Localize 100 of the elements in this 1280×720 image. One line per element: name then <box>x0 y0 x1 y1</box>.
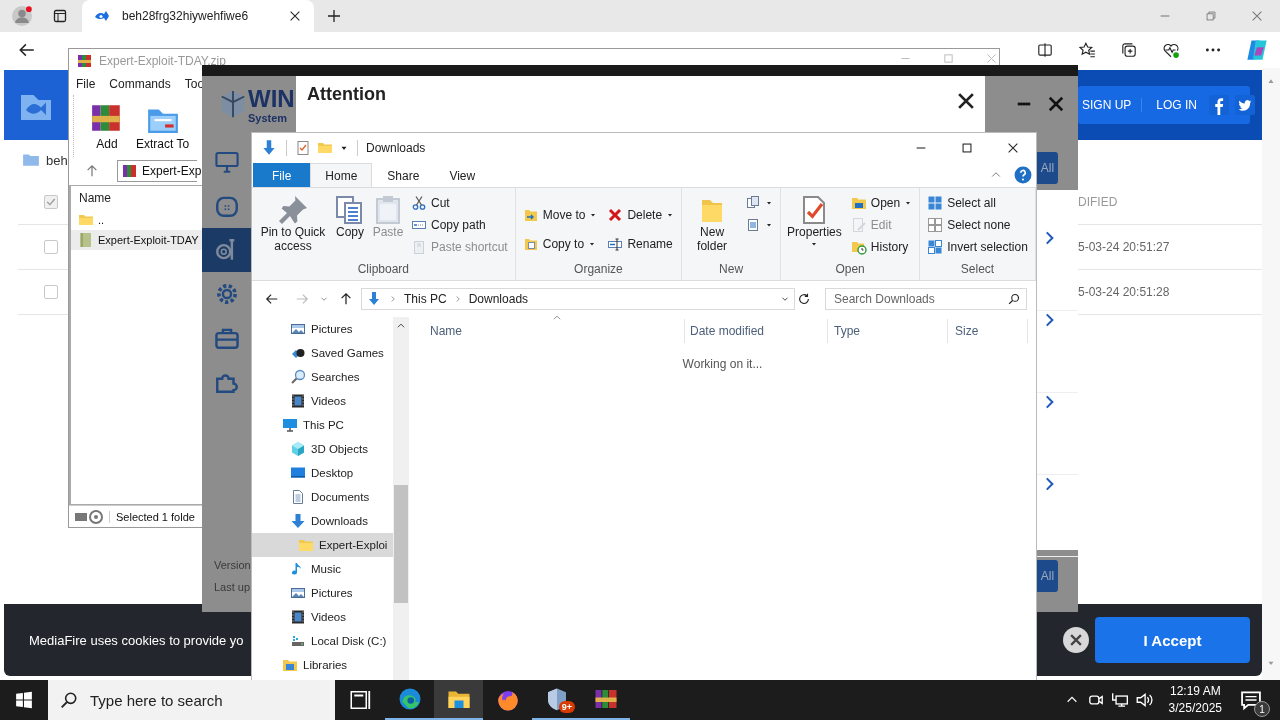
row-checkbox[interactable] <box>44 240 58 254</box>
archive-icon <box>593 687 618 711</box>
taskbar-app[interactable] <box>434 680 483 720</box>
ribbon-button[interactable]: Invert selection <box>924 236 1031 258</box>
menu-item[interactable]: Commands <box>109 77 171 91</box>
ribbon-button[interactable]: Properties <box>785 192 844 250</box>
favorites-icon[interactable] <box>1078 41 1096 59</box>
tree-item[interactable]: 3D Objects <box>252 437 393 461</box>
search-icon <box>60 691 78 709</box>
profile-icon[interactable] <box>12 6 32 26</box>
ribbon-button[interactable]: Select all <box>924 192 1031 214</box>
select-all-button[interactable]: All <box>1037 560 1058 592</box>
task-view-icon <box>348 688 373 712</box>
sort-caret-icon <box>551 313 562 323</box>
row-checkbox[interactable] <box>44 285 58 299</box>
column-header[interactable]: Date modified <box>685 319 828 343</box>
film-icon <box>290 609 306 625</box>
back-icon[interactable] <box>18 41 36 59</box>
window-title: Expert-Exploit-TDAY.zip <box>99 54 226 68</box>
select-all-checkbox[interactable] <box>44 195 58 209</box>
new-tab-icon[interactable] <box>326 8 342 24</box>
split-screen-icon[interactable] <box>1036 41 1054 59</box>
tree-item[interactable]: Saved Games <box>252 341 393 365</box>
sidebar-item[interactable] <box>202 228 251 272</box>
ribbon-tab[interactable]: Share <box>372 163 435 187</box>
ribbon-tab[interactable]: View <box>434 163 491 187</box>
tree-item[interactable]: Videos <box>252 389 393 413</box>
ribbon-button[interactable]: Move to <box>519 200 601 229</box>
volume-icon[interactable] <box>1134 691 1153 709</box>
nav-link[interactable]: LOG IN <box>1141 98 1200 112</box>
file-row[interactable]: Expert-Exploit-TDAY <box>71 230 202 250</box>
library-folder-icon <box>282 657 298 673</box>
ribbon-button[interactable]: Cut <box>408 192 511 214</box>
back-icon[interactable] <box>265 292 279 306</box>
tab-actions-icon[interactable] <box>52 8 68 24</box>
ribbon-button[interactable]: Copy to <box>519 229 601 258</box>
help-icon[interactable] <box>1014 166 1032 184</box>
tree-item[interactable]: Expert-Exploi <box>252 533 393 557</box>
tree-item[interactable]: Documents <box>252 485 393 509</box>
ribbon-button[interactable]: Open <box>847 192 916 214</box>
twitter-icon[interactable] <box>1235 95 1256 115</box>
scroll-thumb[interactable] <box>394 485 408 603</box>
tree-item[interactable]: Local Disk (C:) <box>252 629 393 653</box>
breadcrumb-link[interactable]: This PC <box>404 292 447 306</box>
ribbon-tab[interactable]: File <box>253 163 311 187</box>
file-row[interactable]: .. <box>71 210 202 230</box>
browser-tab[interactable]: beh28frg32hiywehfiwe6 <box>82 0 314 32</box>
ribbon-button[interactable]: Copy path <box>408 214 511 236</box>
clock-time[interactable]: 12:19 AM <box>1169 683 1221 700</box>
scroll-up-icon[interactable] <box>396 321 406 331</box>
ribbon-button[interactable]: Delete <box>604 200 678 229</box>
select-all-button[interactable]: All <box>1037 152 1058 184</box>
tree-item[interactable]: Downloads <box>252 509 393 533</box>
ribbon-button[interactable]: Copy <box>332 192 368 242</box>
notification-icon[interactable] <box>1240 689 1262 711</box>
tree-item[interactable]: Searches <box>252 365 393 389</box>
address-bar[interactable]: This PC Downloads <box>361 288 795 310</box>
facebook-icon[interactable] <box>1209 95 1230 115</box>
toolbar-button[interactable]: Extract To <box>134 101 192 151</box>
taskbar-app[interactable]: 9+ <box>532 680 581 720</box>
heart-pulse-icon[interactable] <box>1162 41 1180 59</box>
column-header[interactable]: Name <box>71 186 202 210</box>
clock-date[interactable]: 3/25/2025 <box>1168 700 1222 717</box>
refresh-icon[interactable] <box>797 292 811 306</box>
column-header[interactable]: Size <box>948 319 1028 343</box>
column-header[interactable]: Name <box>429 319 685 343</box>
tree-item[interactable]: Pictures <box>252 581 393 605</box>
ribbon-tab[interactable]: Home <box>310 163 373 187</box>
column-header[interactable]: Type <box>828 319 948 343</box>
properties-icon[interactable] <box>295 140 311 156</box>
breadcrumb-link[interactable]: Downloads <box>468 292 529 306</box>
ribbon-button[interactable]: Rename <box>604 229 678 258</box>
breadcrumb-link[interactable]: beh <box>46 152 68 168</box>
close-icon[interactable] <box>1006 141 1020 155</box>
menu-item[interactable]: File <box>76 77 96 91</box>
tree-item[interactable]: Music <box>252 557 393 581</box>
search-field[interactable]: Type here to search <box>48 680 335 720</box>
tree-item[interactable]: Videos <box>252 605 393 629</box>
network-icon[interactable] <box>1110 691 1129 709</box>
close-icon[interactable] <box>1063 627 1089 653</box>
collections-icon[interactable] <box>1120 41 1138 59</box>
up-arrow-icon[interactable] <box>339 292 353 306</box>
ribbon-button[interactable]: Pin to Quick access <box>256 192 330 256</box>
film-icon <box>290 393 306 409</box>
maximize-icon[interactable] <box>960 141 974 155</box>
close-icon[interactable] <box>288 9 302 23</box>
invert-selection-icon <box>927 239 944 255</box>
accept-button[interactable]: I Accept <box>1095 617 1250 663</box>
tree-item[interactable]: Desktop <box>252 461 393 485</box>
ribbon-button[interactable]: New folder <box>686 192 739 256</box>
tree-item[interactable]: Libraries <box>252 653 393 677</box>
toolbar-button[interactable]: Add <box>88 101 126 151</box>
nav-link[interactable]: SIGN UP <box>1082 98 1142 112</box>
ribbon-button[interactable]: History <box>847 236 916 258</box>
tree-item[interactable]: Pictures <box>252 317 393 341</box>
search-field[interactable]: Search Downloads <box>825 288 1027 310</box>
close-icon[interactable] <box>1046 94 1066 114</box>
date-cell-text: 5-03-24 20:51:28 <box>1078 285 1171 299</box>
ribbon-button[interactable]: Select none <box>924 214 1031 236</box>
tree-item[interactable]: This PC <box>252 413 393 437</box>
